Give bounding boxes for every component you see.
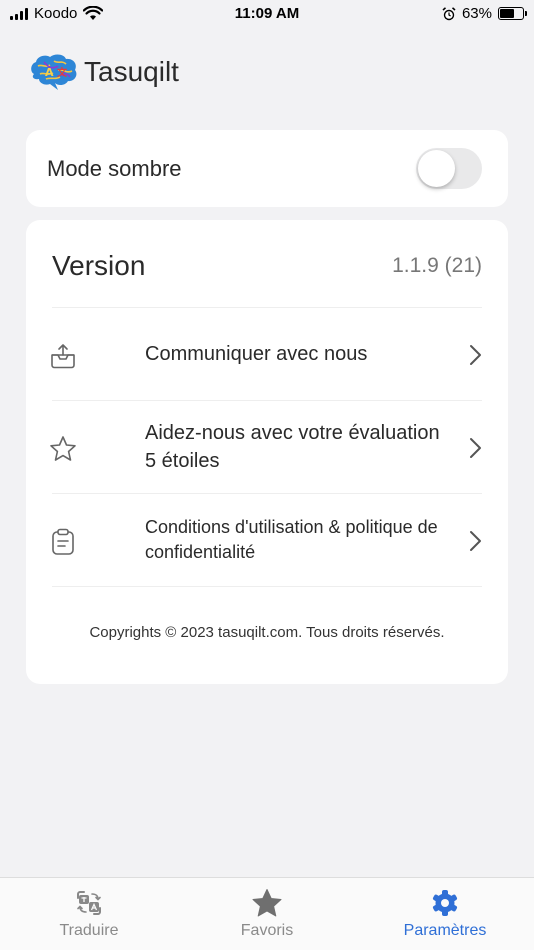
chevron-right-icon (470, 345, 481, 365)
version-row: Version 1.1.9 (21) (52, 220, 482, 308)
inbox-upload-icon (51, 344, 75, 369)
tab-translate[interactable]: Traduire (0, 878, 178, 950)
dark-mode-toggle[interactable] (416, 148, 482, 189)
battery-level (500, 9, 514, 18)
menu-item-rate[interactable]: Aidez-nous avec votre évaluation 5 étoil… (50, 401, 482, 494)
status-bar: Koodo 11:09 AM 63% (0, 0, 534, 28)
battery-percent: 63% (461, 5, 492, 22)
dark-mode-card: Mode sombre (26, 130, 508, 207)
toggle-knob (418, 150, 455, 187)
menu-item-label: Communiquer avec nous (145, 343, 368, 365)
clipboard-icon (52, 528, 74, 555)
brain-logo-icon: A 文 (31, 54, 77, 90)
tab-settings[interactable]: Paramètres (356, 878, 534, 950)
chevron-right-icon (470, 438, 481, 458)
dark-mode-label: Mode sombre (47, 156, 182, 181)
menu-item-label: Aidez-nous avec votre évaluation 5 étoil… (145, 422, 440, 472)
settings-card: Version 1.1.9 (21) Communiquer avec nous… (26, 220, 508, 684)
alarm-icon (442, 6, 456, 20)
svg-text:文: 文 (57, 66, 68, 79)
menu-item-contact[interactable]: Communiquer avec nous (51, 308, 482, 401)
menu-item-label: Conditions d'utilisation & politique de … (145, 517, 438, 562)
star-outline-icon (50, 436, 76, 461)
translate-icon (77, 891, 101, 915)
menu-item-terms[interactable]: Conditions d'utilisation & politique de … (52, 494, 482, 587)
tab-label: Paramètres (403, 922, 487, 939)
star-filled-icon (252, 889, 282, 917)
chevron-right-icon (470, 531, 481, 551)
status-right: 63% (442, 5, 527, 22)
tab-bar: Traduire Favoris Paramètres (0, 877, 534, 950)
battery-icon (498, 7, 527, 20)
version-value: 1.1.9 (21) (392, 254, 482, 277)
svg-text:A: A (45, 66, 54, 79)
app-title: Tasuqilt (84, 56, 179, 87)
gear-icon (432, 890, 458, 916)
tab-label: Favoris (240, 922, 294, 939)
app-header: A 文 Tasuqilt (28, 52, 179, 92)
tab-favorites[interactable]: Favoris (178, 878, 356, 950)
copyright-text: Copyrights © 2023 tasuqilt.com. Tous dro… (89, 624, 445, 641)
tab-label: Traduire (59, 922, 119, 939)
version-label: Version (52, 250, 146, 281)
